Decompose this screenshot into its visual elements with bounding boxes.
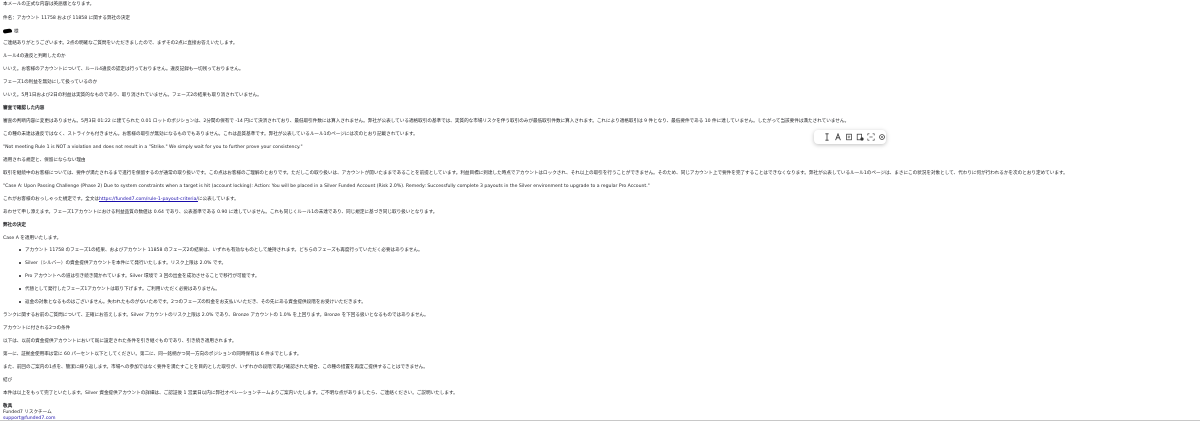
list-item: Silver（シルバー）の資金提供アカウントを本件にて発行いたします。リスク上限… <box>19 261 226 267</box>
question-2-heading: フェーズ1の利益を無効にして扱っているのか <box>3 80 98 85</box>
repeat-notice: また、前回のご案内の1点を、簡潔に繰り返します。市場への参加ではなく要件を満たす… <box>3 365 428 370</box>
salutation: 様 <box>2 28 19 36</box>
ocr-icon[interactable] <box>867 133 875 141</box>
closing-paragraph: 本件は以上をもって完了といたします。Silver 資金提供アカウントの詳細は、ご… <box>3 391 458 396</box>
rule-link-line: これがお客様のおっしゃった規定です。全文はhttps://funded7.com… <box>3 197 239 202</box>
not-violation-paragraph: この種の未達は違反ではなく、ストライクも付きません。お客様の取引が無効になるもの… <box>3 132 418 137</box>
section-closing-heading: 結び <box>3 378 13 383</box>
section-conditions-heading: アカウントに付される2つの条件 <box>3 326 71 331</box>
section-review-heading: 審査で確認した内容 <box>3 106 45 111</box>
intro-paragraph: ご連絡ありがとうございます。2点の明確なご質問をいただきましたので、まずその2点… <box>3 41 238 46</box>
list-item: 代替として発行したフェーズ1アカウントは取り下げます。ご利用いただく必要はありま… <box>19 287 220 293</box>
section-applicable-rule-heading: 適用される規定と、保留にならない理由 <box>3 158 86 163</box>
list-item: アカウント 11758 のフェーズ1の結果、およびアカウント 11858 のフェ… <box>19 248 423 254</box>
rule-1-quote: "Not meeting Rule 1 is NOT a violation a… <box>3 145 303 150</box>
email-subject: 件名：アカウント 11758 および 11858 に関する弊社の決定 <box>3 16 130 21</box>
conditions-intro: 以下は、以前の資金提供アカウントにおいて既に設定された条件を引き継ぐものであり、… <box>3 339 237 344</box>
add-page-icon[interactable] <box>856 133 864 141</box>
section-decision-heading: 弊社の決定 <box>3 223 26 228</box>
floating-selection-toolbar <box>814 130 886 144</box>
question-1-heading: ルール4の違反と判断したのか <box>3 54 66 59</box>
official-language-notice: 本メールの正式な内容は英語版となります。 <box>3 2 95 7</box>
question-1-answer: いいえ。お客様のアカウントについて、ルール4違反の認定は行っておりません。違反記… <box>3 67 244 72</box>
signature-email-line: support@funded7.com <box>3 416 56 422</box>
review-paragraph: 審査の判断内容に変更はありません。5月3日 01:22 に建てられた 0.01 … <box>3 119 850 124</box>
profit-quality-paragraph: あわせて申し添えます。フェーズ1アカウントにおける利益品質の数値は 0.64 で… <box>3 210 438 215</box>
redacted-recipient-name <box>2 28 13 34</box>
case-a-quote: "Case A: Upon Passing Challenge (Phase 2… <box>3 184 650 189</box>
note-icon[interactable] <box>845 133 853 141</box>
rule-1-payout-criteria-link[interactable]: https://funded7.com/rule-1-payout-criter… <box>99 197 198 202</box>
conditions-detail: 第一に、証拠金使用率は常に 60 パーセント以下としてください。第二に、同一銘柄… <box>3 352 302 357</box>
cursor-text-icon[interactable] <box>823 133 831 141</box>
rank-answer-paragraph: ランクに関するお前のご質問について、正確にお答えします。Silver アカウント… <box>3 313 429 318</box>
font-icon[interactable] <box>834 133 842 141</box>
question-2-answer: いいえ。5月1日および2日の利益は実質的なものであり、取り消されていません。フェ… <box>3 93 262 98</box>
applicable-rule-paragraph: 取引を継続中のお客様については、要件が満たされるまで進行を保留するのが通常の取り… <box>3 171 1068 176</box>
settings-icon[interactable] <box>878 133 886 141</box>
bottom-divider <box>0 420 1200 421</box>
case-a-applied: Case A を適用いたします。 <box>3 236 62 241</box>
list-item: 返金の対象となるものはございません。失われたものがないためです。2つのフェーズの… <box>19 300 366 306</box>
list-item: Pro アカウントへの道は引き続き開かれています。Silver 環境で 3 回の… <box>19 274 259 280</box>
